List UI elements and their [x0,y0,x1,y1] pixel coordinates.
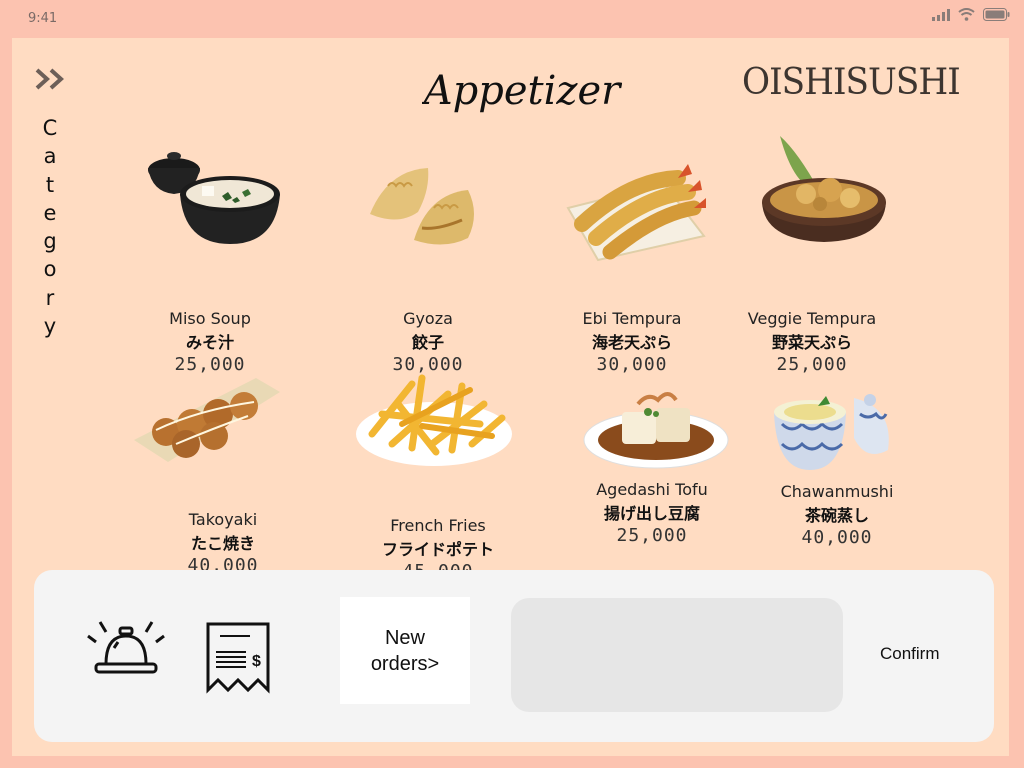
item-name-en: Takoyaki [188,510,258,529]
item-name-jp: たこ焼き [190,534,255,553]
category-letter: g [43,229,57,254]
ebi-tempura-image [566,164,706,262]
item-name-en: Gyoza [403,309,453,328]
category-tab[interactable]: C a t e g o r y [40,114,60,340]
veggie-tempura-image [762,136,886,242]
status-icons [932,8,1010,21]
battery-icon [983,8,1010,21]
category-letter: C [42,116,58,140]
receipt-icon[interactable]: $ [206,622,272,696]
item-name-jp: 茶碗蒸し [804,506,869,525]
item-name-en: Ebi Tempura [582,309,682,328]
item-name-jp: 野菜天ぷら [771,333,852,352]
menu-panel: C a t e g o r y Appetizer OISHISUSHI Mis… [12,38,1009,756]
agedashi-tofu-image [583,392,729,469]
status-time: 9:41 [28,11,58,26]
french-fries-image [356,374,512,466]
confirm-button[interactable]: Confirm [880,644,940,664]
item-name-en: Miso Soup [169,309,251,328]
category-letter: a [43,144,57,169]
gyoza-image [370,168,474,245]
double-chevron-right-icon[interactable] [34,66,68,92]
item-name-jp: フライドポテト [381,540,494,559]
order-summary-box [511,598,843,712]
miso-soup-image [148,152,280,244]
category-letter: r [45,285,55,310]
category-letter: o [43,257,57,282]
item-name-jp: 海老天ぷら [591,333,672,352]
new-orders-button[interactable]: New orders> [340,597,470,704]
item-name-en: French Fries [390,516,486,535]
svg-text:$: $ [252,653,261,670]
page-title: Appetizer [420,56,623,126]
wifi-icon [958,8,975,21]
brand-logo: OISHISUSHI [742,62,961,103]
category-letter: t [45,172,55,197]
item-name-en: Chawanmushi [780,482,894,501]
status-bar: 9:41 [0,0,1024,38]
page-title-text: Appetizer [422,68,622,114]
chawanmushi-image [774,394,889,470]
item-name-jp: みそ汁 [185,333,234,352]
order-bar: $ New orders> Confirm [34,570,994,742]
category-letter: e [43,200,57,225]
item-price: 40,000 [801,527,873,548]
item-price: 30,000 [596,354,668,375]
signal-icon [932,8,950,21]
takoyaki-image [134,378,280,462]
item-name-jp: 餃子 [411,333,444,352]
service-bell-icon[interactable] [84,618,168,680]
item-name-en: Veggie Tempura [747,309,877,328]
category-letter: y [43,314,57,339]
item-price: 25,000 [776,354,848,375]
